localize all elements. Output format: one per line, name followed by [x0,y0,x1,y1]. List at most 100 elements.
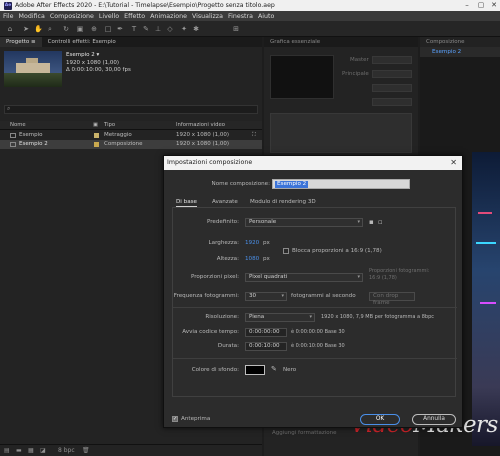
label-column-icon[interactable]: ▣ [93,122,98,128]
frame-rate-dropdown[interactable]: 30 ▾ [245,292,287,301]
new-composition-icon[interactable]: ▦ [28,447,36,454]
master-dropdown[interactable] [372,56,412,64]
pixel-aspect-dropdown[interactable]: Pixel quadrati ▾ [245,273,363,282]
comp-name[interactable]: Esempio 2 ▾ [66,52,131,60]
tab-grafica-essenziale[interactable]: Grafica essenziale [264,37,418,47]
add-formatting-label[interactable]: Aggiungi formattazione [272,430,337,436]
preset-dropdown[interactable]: Personale ▾ [245,218,363,227]
row-name: Esempio [19,132,43,138]
principale-label: Principale [342,71,369,77]
duration-input[interactable]: 0:00:10:00 [245,342,287,351]
tab-controlli-effetti[interactable]: Controlli effetti: Esempio [42,37,122,47]
principale-dropdown[interactable] [372,70,412,78]
menu-animazione[interactable]: Animazione [150,13,187,20]
row-type: Composizione [104,141,143,147]
comp-duration: Δ 0:00:10:00, 30,00 fps [66,67,131,73]
row-type: Metraggio [104,132,132,138]
tab-progetto[interactable]: Progetto ≡ [0,37,42,47]
rotate-tool-icon[interactable]: ↻ [62,25,70,33]
height-unit: px [263,256,270,262]
window-title: Adobe After Effects 2020 - E:\Tutorial -… [15,2,275,9]
chevron-down-icon: ▾ [309,314,312,320]
ok-button[interactable]: OK [360,414,400,425]
comp-subtab[interactable]: Esempio 2 [420,47,500,57]
col-tipo[interactable]: Tipo [104,122,115,128]
search-input[interactable]: ⌕ [4,105,258,114]
label-color-swatch[interactable] [94,142,99,147]
interpret-footage-icon[interactable]: ▤ [4,447,12,454]
bg-color-swatch[interactable] [245,365,265,375]
chevron-down-icon: ▾ [357,274,360,280]
preview-label: Anteprima [181,416,211,422]
tool-bar: ⌂ ➤ ✋ ⌕ ↻ ▣ ⊕ □ ✒ T ✎ ⊥ ◇ ✦ ✱ ⊞ [0,21,500,37]
menu-effetto[interactable]: Effetto [124,13,145,20]
tab-modulo-3d[interactable]: Modulo di rendering 3D [250,199,316,205]
brush-tool-icon[interactable]: ✎ [142,25,150,33]
text-tool-icon[interactable]: T [130,25,138,33]
tab-di-base[interactable]: Di base [176,199,197,207]
comp-name-value: Esempio 2 [275,181,309,188]
label-color-swatch[interactable] [94,133,99,138]
option-box[interactable] [372,84,412,92]
dialog-title-bar: Impostazioni composizione ✕ [164,156,462,170]
row-info: 1920 x 1080 (1,00) [176,132,230,138]
minimize-icon[interactable]: – [460,0,474,11]
hand-tool-icon[interactable]: ✋ [34,25,43,33]
menu-composizione[interactable]: Composizione [50,13,94,20]
col-info-video[interactable]: Informazioni video [176,122,225,128]
preview-checkbox[interactable]: ✓ [172,416,178,422]
tab-composizione[interactable]: Composizione [420,37,500,47]
resolution-dropdown[interactable]: Piena ▾ [245,313,315,322]
close-icon[interactable]: ✕ [487,0,500,11]
master-label: Master [350,57,369,63]
width-label: Larghezza: [208,240,239,246]
puppet-tool-icon[interactable]: ✱ [192,25,200,33]
frame-rate-label: Frequenza fotogrammi: [173,293,239,299]
drop-frame-dropdown: Con drop frame [369,292,415,306]
menu-livello[interactable]: Livello [99,13,119,20]
table-row[interactable]: Esempio Metraggio 1920 x 1080 (1,00) ⛶ [0,131,262,140]
menu-aiuto[interactable]: Aiuto [258,13,274,20]
project-table-header: Nome ▣ Tipo Informazioni video [0,121,262,130]
duration-label: Durata: [217,343,239,349]
lock-aspect-checkbox[interactable] [283,248,289,254]
menu-file[interactable]: File [3,13,14,20]
height-value[interactable]: 1080 [245,256,259,262]
tab-avanzate[interactable]: Avanzate [212,199,238,205]
pan-tool-icon[interactable]: ⊕ [90,25,98,33]
row-info: 1920 x 1080 (1,00) [176,141,230,147]
save-preset-icon[interactable]: ▪ [369,218,374,226]
resolution-label: Risoluzione: [205,314,239,320]
menu-visualizza[interactable]: Visualizza [192,13,223,20]
close-icon[interactable]: ✕ [450,156,457,170]
col-nome[interactable]: Nome [10,122,26,128]
width-value[interactable]: 1920 [245,240,259,246]
delete-preset-icon[interactable]: ▫ [378,218,383,226]
eraser-tool-icon[interactable]: ◇ [166,25,174,33]
delete-icon[interactable]: 🗑 [82,447,90,454]
bg-color-label: Colore di sfondo: [191,367,239,373]
cancel-button[interactable]: Annulla [412,414,456,425]
camera-tool-icon[interactable]: ▣ [76,25,84,33]
menu-modifica[interactable]: Modifica [19,13,45,20]
roto-tool-icon[interactable]: ✦ [180,25,188,33]
table-row[interactable]: Esempio 2 Composizione 1920 x 1080 (1,00… [0,140,262,149]
eyedropper-icon[interactable]: ✎ [271,365,277,373]
stamp-tool-icon[interactable]: ⊥ [154,25,162,33]
pen-tool-icon[interactable]: ✒ [116,25,124,33]
maximize-icon[interactable]: ▢ [474,0,488,11]
home-icon[interactable]: ⌂ [6,25,14,33]
bpc-label[interactable]: 8 bpc [58,447,78,454]
start-timecode-input[interactable]: 0:00:00:00 [245,328,287,337]
new-folder-icon[interactable]: ▬ [16,447,24,454]
snap-icon[interactable]: ⊞ [232,25,240,33]
project-tabs: Progetto ≡ Controlli effetti: Esempio [0,37,262,47]
option-box[interactable] [372,98,412,106]
menu-finestra[interactable]: Finestra [228,13,253,20]
zoom-tool-icon[interactable]: ⌕ [46,25,54,33]
color-settings-icon[interactable]: ◪ [40,447,48,454]
selection-tool-icon[interactable]: ➤ [22,25,30,33]
dialog-title: Impostazioni composizione [167,159,253,166]
rectangle-tool-icon[interactable]: □ [104,25,112,33]
comp-name-input[interactable]: Esempio 2 [272,179,410,189]
